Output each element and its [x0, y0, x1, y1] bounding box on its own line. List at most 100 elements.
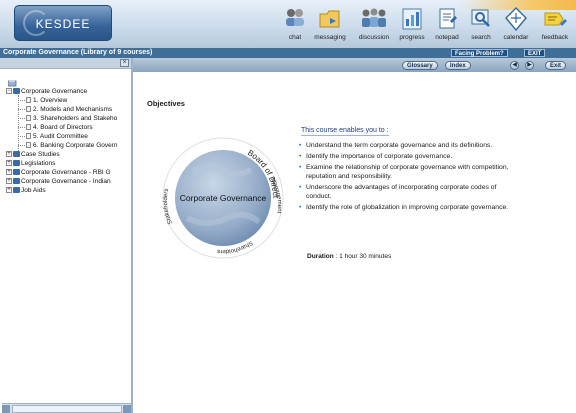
tree-item-indian[interactable]: + Corporate Governance - Indian	[6, 177, 111, 186]
discussion-label: discussion	[358, 34, 390, 41]
tree-item-lesson[interactable]: 1. Overview	[26, 96, 67, 105]
exit-course-button[interactable]: Exit	[545, 61, 567, 70]
facing-problem-button[interactable]: Facing Problem?	[451, 49, 508, 57]
tree-item-rbi-guidelines[interactable]: + Corporate Governance - RBI G	[6, 168, 111, 177]
course-duration: Duration : 1 hour 30 minutes	[307, 253, 391, 260]
messaging-label: messaging	[314, 34, 346, 41]
course-tree-panel: × − Corporate Governance 1. Overview 2. M…	[0, 58, 133, 413]
folder-icon	[319, 10, 340, 28]
tree-item-lesson[interactable]: 6. Banking Corporate Govern	[26, 141, 118, 150]
progress-label: progress	[399, 34, 425, 41]
tree-connector	[18, 145, 25, 146]
tree-item-lesson[interactable]: 4. Board of Directors	[26, 123, 93, 132]
search-label: search	[471, 34, 491, 41]
scroll-left-icon[interactable]	[2, 405, 10, 413]
globe-illustration: Board of Directors Management Shareholde…	[151, 125, 284, 259]
tree-item-label: 1. Overview	[33, 97, 68, 104]
notepad-label: notepad	[435, 34, 459, 41]
app-header: KESDEE chat messaging discussion progres…	[0, 0, 576, 48]
previous-page-button[interactable]: ◀	[510, 61, 519, 70]
expand-icon[interactable]: +	[6, 178, 12, 185]
page-icon	[26, 115, 31, 122]
tree-item-label: Corporate Governance - RBI G	[21, 169, 111, 176]
list-item: Understand the term corporate governance…	[299, 141, 519, 150]
list-item: Identify the importance of corporate gov…	[299, 152, 519, 161]
index-button[interactable]: Index	[445, 61, 471, 70]
course-title: Corporate Governance (Library of 9 cours…	[3, 49, 153, 56]
glossary-button[interactable]: Glossary	[402, 61, 438, 70]
objectives-intro: This course enables you to :	[301, 127, 389, 136]
tree-item-label: 6. Banking Corporate Govern	[33, 142, 118, 149]
page-icon	[26, 124, 31, 131]
content-nav-bar: Glossary Index ◀ ▶ Exit	[133, 58, 576, 72]
page-icon	[26, 133, 31, 140]
objectives-list: Understand the term corporate governance…	[299, 141, 519, 214]
messaging-button[interactable]: messaging	[312, 4, 348, 48]
tree-item-job-aids[interactable]: + Job Aids	[6, 186, 46, 195]
tree-item-root[interactable]: − Corporate Governance	[6, 87, 87, 96]
progress-button[interactable]: progress	[396, 4, 428, 48]
library-icon	[8, 80, 17, 87]
tree-connector	[18, 95, 19, 155]
kesdee-logo: KESDEE	[14, 5, 112, 41]
page-title: Objectives	[147, 99, 185, 108]
collapse-icon[interactable]: −	[6, 88, 12, 95]
close-panel-button[interactable]: ×	[120, 59, 129, 67]
notepad-button[interactable]: notepad	[432, 4, 462, 48]
svg-text:Stakeholders: Stakeholders	[163, 188, 174, 225]
governance-globe-diagram: Board of Directors Management Shareholde…	[151, 125, 293, 262]
list-item: Examine the relationship of corporate go…	[299, 163, 519, 181]
tree-item-label: Corporate Governance - Indian	[21, 178, 111, 185]
expand-icon[interactable]: +	[6, 169, 12, 176]
next-page-button[interactable]: ▶	[525, 61, 534, 70]
horizontal-scrollbar[interactable]	[2, 403, 131, 413]
tree-item-label: Corporate Governance	[21, 88, 88, 95]
expand-icon[interactable]: +	[6, 160, 12, 167]
tree-item-label: Case Studies	[21, 151, 60, 158]
course-folder-icon	[13, 88, 20, 95]
course-folder-icon	[13, 160, 20, 167]
course-title-bar: Corporate Governance (Library of 9 cours…	[0, 48, 576, 58]
tree-item-legislations[interactable]: + Legislations	[6, 159, 55, 168]
course-folder-icon	[13, 187, 20, 194]
tree-item-lesson[interactable]: 2. Models and Mechanisms	[26, 105, 112, 114]
close-icon: ×	[122, 59, 127, 66]
search-button[interactable]: search	[468, 4, 494, 48]
logo-text: KESDEE	[35, 17, 91, 31]
tree-item-label: 4. Board of Directors	[33, 124, 93, 131]
tree-connector	[18, 118, 25, 119]
tree-connector	[18, 127, 25, 128]
scroll-right-icon[interactable]	[123, 405, 131, 413]
list-item: Underscore the advantages of incorporati…	[299, 183, 519, 201]
calendar-button[interactable]: calendar	[500, 4, 532, 48]
discussion-icon	[362, 8, 386, 27]
chat-icon	[286, 9, 304, 26]
search-icon	[471, 9, 490, 27]
exit-app-button[interactable]: EXIT	[524, 49, 546, 57]
scroll-thumb[interactable]	[12, 405, 122, 413]
course-folder-icon	[13, 151, 20, 158]
page-icon	[26, 97, 31, 104]
list-item: Identify the role of globalization in im…	[299, 203, 519, 212]
feedback-icon	[544, 12, 567, 26]
tree-item-lesson[interactable]: 5. Audit Committee	[26, 132, 88, 141]
duration-label: Duration	[307, 253, 334, 260]
calendar-icon	[504, 6, 528, 32]
tree-connector	[18, 109, 25, 110]
toolbar: chat messaging discussion progress notep…	[272, 4, 576, 48]
tree-item-label: 3. Shareholders and Stakeho	[33, 115, 118, 122]
tree-item-label: Legislations	[21, 160, 56, 167]
feedback-button[interactable]: feedback	[538, 4, 572, 48]
page-icon	[26, 142, 31, 149]
chat-button[interactable]: chat	[282, 4, 308, 48]
ring-label-stakeholders: Stakeholders	[163, 188, 174, 225]
tree-item-case-studies[interactable]: + Case Studies	[6, 150, 60, 159]
notepad-icon	[439, 8, 457, 29]
lesson-content: Objectives Board of Directors	[135, 72, 576, 413]
course-folder-icon	[13, 178, 20, 185]
expand-icon[interactable]: +	[6, 151, 12, 158]
tree-item-lesson[interactable]: 3. Shareholders and Stakeho	[26, 114, 117, 123]
expand-icon[interactable]: +	[6, 187, 12, 194]
discussion-button[interactable]: discussion	[354, 4, 394, 48]
duration-value: : 1 hour 30 minutes	[335, 253, 392, 260]
